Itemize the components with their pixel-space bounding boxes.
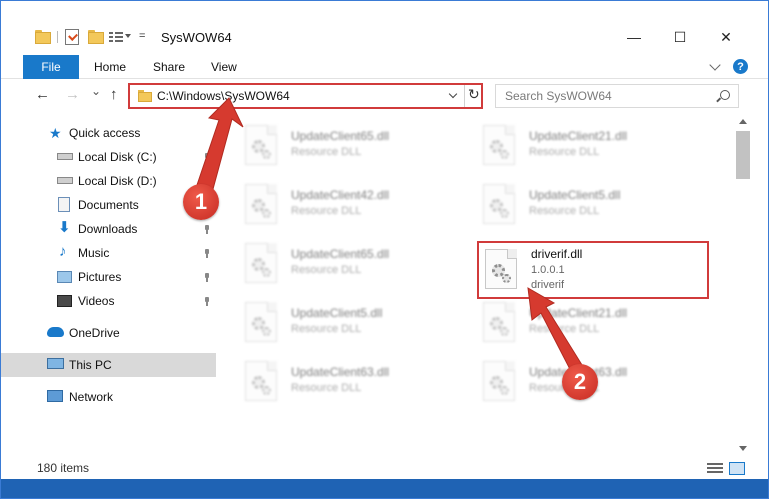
arrow-1	[196, 97, 244, 190]
explorer-window: = SysWOW64 — ☐ ✕ File Home Share View ? …	[0, 0, 769, 499]
annotation-arrows	[196, 97, 588, 380]
step-1-marker: 1	[183, 184, 219, 220]
step-2-marker: 2	[562, 364, 598, 400]
